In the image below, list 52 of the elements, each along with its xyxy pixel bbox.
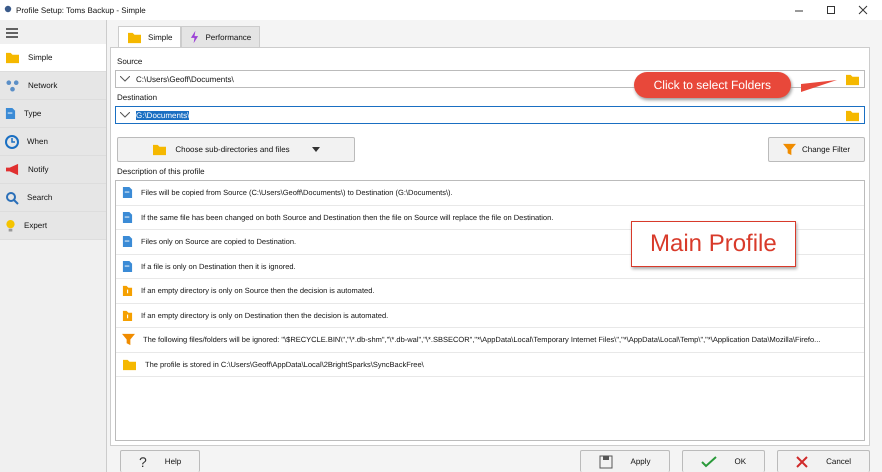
filter-icon (122, 333, 135, 346)
ok-button[interactable]: OK (682, 450, 766, 472)
folder-icon (122, 358, 137, 371)
clock-icon (5, 134, 19, 148)
sidebar-item[interactable]: Notify (0, 156, 106, 184)
maximize-button[interactable] (826, 5, 836, 15)
callout-label: Click to select Folders (634, 72, 791, 98)
search-icon (5, 190, 19, 204)
menu-icon[interactable] (6, 28, 18, 38)
app-icon (4, 5, 12, 15)
window-title: Profile Setup: Toms Backup - Simple (16, 6, 146, 14)
sidebar-item[interactable]: When (0, 128, 106, 156)
field-label: Source (116, 56, 144, 68)
folder-icon (152, 143, 168, 156)
folder-icon (127, 30, 142, 44)
apply-button[interactable]: Apply (580, 450, 670, 472)
folder-icon (122, 284, 133, 298)
document-icon (122, 186, 133, 200)
chevron-icon (120, 110, 130, 120)
cancel-button[interactable]: Cancel (777, 450, 870, 472)
bulb-icon (5, 218, 16, 232)
filter-icon (782, 143, 796, 156)
sidebar-item[interactable]: Type (0, 100, 106, 128)
field-label: Destination (116, 92, 158, 104)
document-icon (122, 260, 133, 273)
tab[interactable]: Performance (181, 26, 260, 47)
folder-icon (5, 51, 20, 64)
choose-button[interactable]: Choose sub-directories and files (117, 137, 355, 162)
sidebar-item[interactable]: Simple (0, 44, 106, 72)
change-filter-button[interactable]: Change Filter (768, 137, 865, 162)
save-icon (598, 454, 613, 468)
document-icon (122, 210, 133, 224)
document-icon (5, 107, 16, 120)
network-icon (5, 79, 20, 92)
lightning-icon (190, 30, 200, 44)
caret-icon (312, 147, 320, 152)
profile-label: Main Profile (631, 221, 796, 267)
sidebar-item[interactable]: Network (0, 72, 106, 100)
folder-icon (122, 308, 133, 322)
document-icon (122, 235, 133, 248)
description-label: Description of this profile (116, 166, 206, 178)
close-button[interactable] (858, 5, 868, 15)
tab[interactable]: Simple (118, 26, 182, 47)
sidebar-item[interactable]: Search (0, 184, 106, 212)
help-button[interactable]: ? Help (120, 450, 200, 472)
path-field[interactable]: G:\Documents\ (115, 106, 865, 124)
close-icon (796, 456, 808, 468)
check-icon (700, 456, 717, 468)
chevron-icon (120, 74, 130, 84)
megaphone-icon (5, 163, 20, 176)
sidebar-item[interactable]: Expert (0, 212, 106, 240)
callout-arrow (801, 80, 837, 94)
